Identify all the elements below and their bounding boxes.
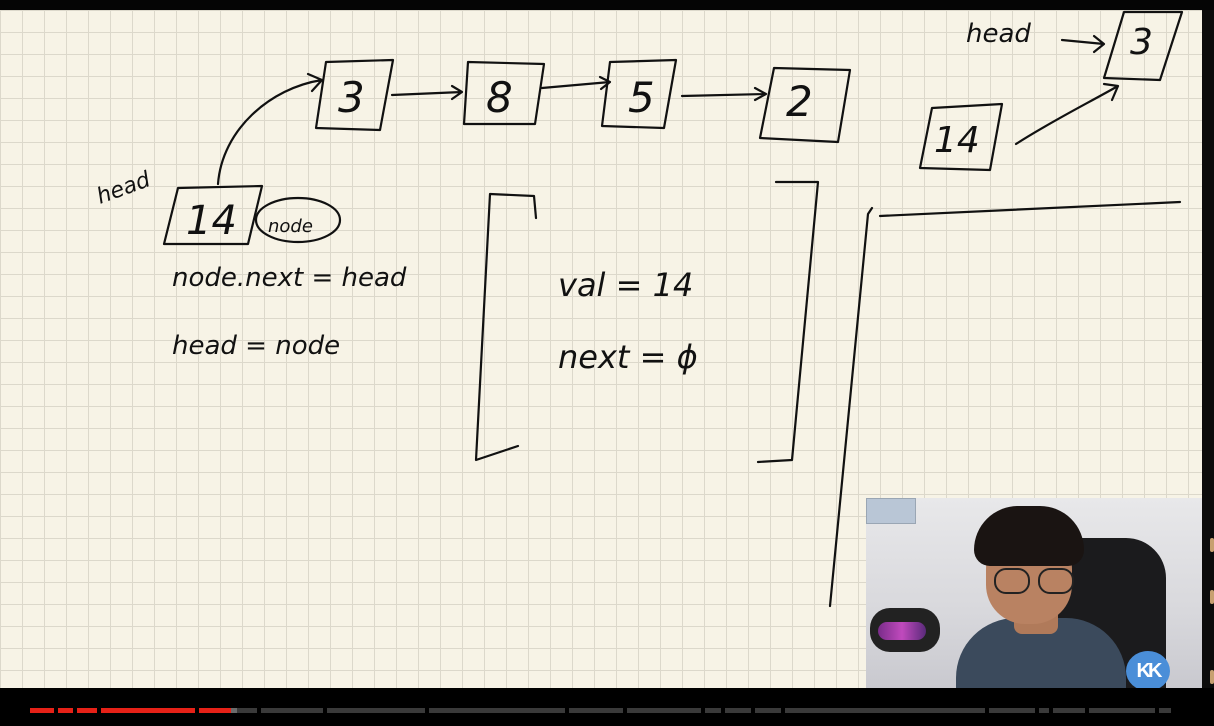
right-edge (1202, 10, 1214, 688)
arrow-head-to-3 (1060, 34, 1106, 54)
chapter-segment[interactable] (237, 708, 257, 713)
bracket-left (474, 192, 538, 462)
node-5-text: 5 (628, 73, 655, 122)
arrow-8-5 (540, 75, 612, 91)
chapter-segment[interactable] (627, 708, 701, 713)
edge-mark (1210, 538, 1214, 552)
head-label-left: head (94, 167, 155, 210)
webcam-background-window (866, 498, 916, 524)
chapter-segment[interactable] (705, 708, 721, 713)
node-8-text: 8 (486, 73, 513, 122)
webcam-person-glasses (994, 568, 1074, 594)
kk-logo-icon[interactable]: KK (1126, 651, 1170, 691)
bracket-right (756, 180, 820, 464)
video-progress-bar[interactable] (0, 688, 1214, 726)
chapter-segment[interactable] (30, 708, 54, 713)
chapter-segment[interactable] (101, 708, 195, 713)
edge-mark (1210, 670, 1214, 684)
node-14-text: 14 (186, 198, 237, 244)
node-3-text: 3 (338, 73, 365, 122)
chapter-segment[interactable] (755, 708, 781, 713)
next-line: next = ϕ (558, 338, 698, 376)
webcam-person-hair (974, 506, 1084, 566)
node-label-text: node (268, 216, 313, 237)
chapter-segment[interactable] (261, 708, 323, 713)
chapter-segment[interactable] (58, 708, 73, 713)
step-2-text: head = node (172, 331, 340, 361)
arrow-14-to-3 (216, 72, 324, 186)
chapter-segment-current[interactable] (199, 708, 231, 713)
chapter-segment[interactable] (725, 708, 751, 713)
arrow-14-to-3-right (1014, 82, 1120, 146)
head-label-right: head (966, 19, 1031, 49)
node-2-text: 2 (786, 77, 813, 126)
node-14-right-text: 14 (934, 120, 980, 161)
arrow-3-8 (390, 84, 464, 101)
edge-mark (1210, 590, 1214, 604)
divider-horizontal (878, 200, 1182, 218)
chapter-segment[interactable] (569, 708, 623, 713)
chapter-segment[interactable] (989, 708, 1035, 713)
chapter-segment[interactable] (77, 708, 97, 713)
chapter-segment[interactable] (1039, 708, 1049, 713)
chapter-segment[interactable] (1159, 708, 1171, 713)
arrow-5-2 (680, 86, 768, 102)
chapter-segment[interactable] (429, 708, 565, 713)
chapter-segment[interactable] (1089, 708, 1155, 713)
chapter-segment[interactable] (1053, 708, 1085, 713)
step-1-text: node.next = head (172, 263, 407, 293)
node-3-right-text: 3 (1130, 22, 1153, 63)
chapter-segment[interactable] (785, 708, 985, 713)
chapter-segment[interactable] (327, 708, 425, 713)
val-line: val = 14 (558, 266, 693, 304)
microphone-light (878, 622, 926, 640)
